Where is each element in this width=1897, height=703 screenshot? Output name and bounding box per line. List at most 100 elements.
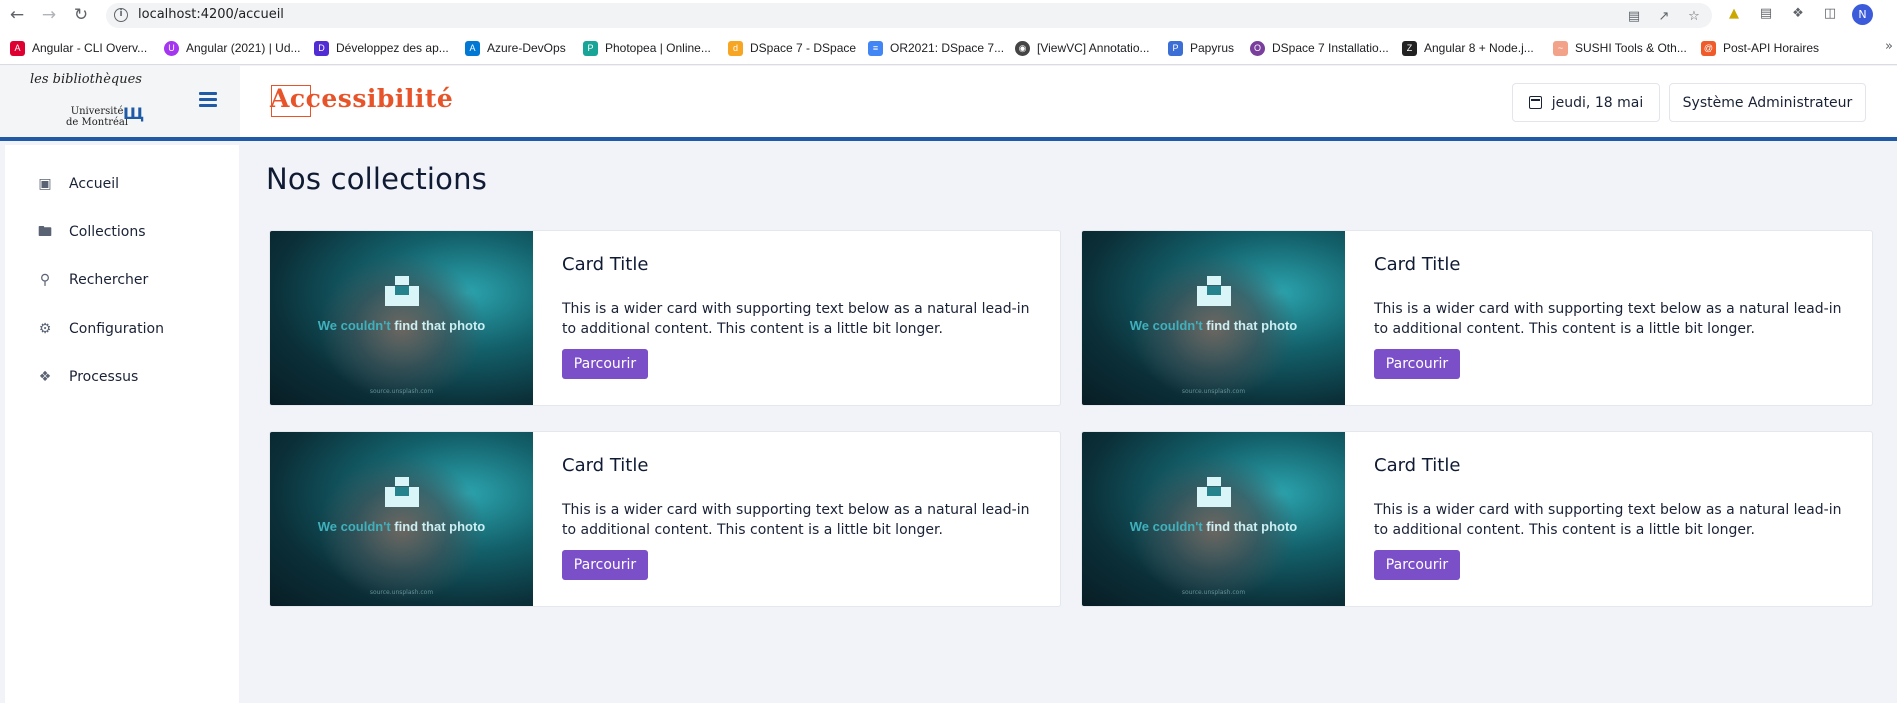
bookmark-label: DSpace 7 Installatio... (1272, 41, 1389, 55)
date-button[interactable]: jeudi, 18 mai (1512, 83, 1660, 122)
sushi-favicon-icon: ~ (1553, 40, 1568, 56)
bookmark-label: OR2021: DSpace 7... (890, 41, 1005, 55)
collection-card: We couldn't find that photo source.unspl… (1081, 431, 1873, 607)
sidebar-item-label: Processus (69, 369, 139, 385)
image-msg-part-2: find that photo (394, 519, 486, 534)
bookmark-viewvc[interactable]: ◉ [ViewVC] Annotatio... (1015, 39, 1150, 57)
browse-button[interactable]: Parcourir (562, 550, 648, 580)
bookmark-angular-udemy[interactable]: U Angular (2021) | Ud... (164, 39, 301, 57)
user-menu-button[interactable]: Système Administrateur (1669, 83, 1866, 122)
card-text: This is a wider card with supporting tex… (562, 502, 1030, 538)
dark-favicon-icon: Z (1402, 40, 1417, 56)
sidebar-item-label: Rechercher (69, 272, 149, 288)
calendar-icon (1528, 96, 1542, 109)
bookmark-label: Azure-DevOps (487, 41, 566, 55)
dspace-favicon-icon: d (728, 40, 743, 56)
bookmark-label: Développez des ap... (336, 41, 449, 55)
sidebar: ▣ Accueil 🖿 Collections ⚲ Rechercher ⚙ C… (5, 145, 239, 703)
bookmark-azure-devops[interactable]: A Azure-DevOps (465, 39, 566, 57)
image-msg-part-1: We couldn't (1129, 318, 1207, 333)
bookmark-label: Angular 8 + Node.j... (1424, 41, 1534, 55)
bookmark-dspace7[interactable]: d DSpace 7 - DSpace (728, 39, 856, 57)
card-title: Card Title (1374, 455, 1461, 476)
google-docs-favicon-icon: ≡ (868, 40, 883, 56)
image-credit: source.unsplash.com (1181, 589, 1246, 596)
image-msg-part-1: We couldn't (1129, 519, 1207, 534)
card-image: We couldn't find that photo source.unspl… (1082, 231, 1345, 405)
logo-top-text: les bibliothèques (30, 72, 142, 87)
image-msg-part-2: find that photo (1206, 318, 1298, 333)
date-label: jeudi, 18 mai (1551, 94, 1644, 111)
bookmark-label: Angular (2021) | Ud... (186, 41, 301, 55)
forward-arrow-icon[interactable]: → (38, 4, 60, 26)
unsplash-logo-icon (385, 276, 419, 306)
sidebar-item-accueil[interactable]: ▣ Accueil (35, 172, 119, 196)
image-placeholder-text: We couldn't find that photo (1082, 519, 1345, 534)
bookmark-sushi[interactable]: ~ SUSHI Tools & Oth... (1553, 39, 1687, 57)
logo-bottom-text: Université de Montréal (66, 106, 128, 128)
collection-card: We couldn't find that photo source.unspl… (1081, 230, 1873, 406)
bookmark-or2021[interactable]: ≡ OR2021: DSpace 7... (868, 39, 1004, 57)
sidebar-item-processus[interactable]: ❖ Processus (35, 365, 139, 389)
bookmark-angular-cli[interactable]: A Angular - CLI Overv... (10, 39, 147, 57)
extensions-puzzle-icon[interactable]: ❖ (1790, 6, 1806, 22)
unsplash-logo-icon (1197, 477, 1231, 507)
bookmark-label: Papyrus (1190, 41, 1235, 55)
bookmarks-overflow-icon[interactable]: » (1885, 39, 1893, 54)
bookmark-label: Angular - CLI Overv... (32, 41, 148, 55)
extension-flask-icon[interactable]: ▲ (1726, 6, 1742, 22)
bookmark-post-api[interactable]: @ Post-API Horaires (1701, 39, 1819, 57)
image-placeholder-text: We couldn't find that photo (270, 318, 533, 333)
card-text: This is a wider card with supporting tex… (562, 301, 1030, 337)
card-title: Card Title (562, 455, 649, 476)
bookmark-angular-node[interactable]: Z Angular 8 + Node.j... (1402, 39, 1534, 57)
sidebar-item-rechercher[interactable]: ⚲ Rechercher (35, 268, 148, 292)
page-title: Nos collections (266, 162, 488, 196)
browse-button[interactable]: Parcourir (562, 349, 648, 379)
user-label: Système Administrateur (1682, 94, 1853, 111)
image-credit: source.unsplash.com (369, 589, 434, 596)
card-text: This is a wider card with supporting tex… (1374, 301, 1842, 337)
sidebar-item-collections[interactable]: 🖿 Collections (35, 220, 146, 244)
unsplash-logo-icon (385, 477, 419, 507)
translate-icon[interactable]: ▤ (1626, 9, 1642, 25)
card-title: Card Title (562, 254, 649, 275)
browse-button[interactable]: Parcourir (1374, 349, 1460, 379)
folder-icon: 🖿 (38, 224, 52, 240)
extension-document-icon[interactable]: ▤ (1758, 6, 1774, 22)
logo-montreal-line: de Montréal (66, 117, 129, 128)
gear-icon: ⚙ (38, 321, 52, 337)
image-msg-part-1: We couldn't (317, 318, 395, 333)
profile-avatar[interactable]: N (1852, 4, 1873, 25)
unsplash-logo-icon (1197, 276, 1231, 306)
browse-button[interactable]: Parcourir (1374, 550, 1460, 580)
post-api-favicon-icon: @ (1701, 40, 1716, 56)
papyrus-favicon-icon: P (1168, 40, 1183, 56)
image-msg-part-2: find that photo (1206, 519, 1298, 534)
app-brand-title: Accessibilité (270, 84, 454, 113)
search-icon: ⚲ (39, 272, 51, 288)
sidebar-item-configuration[interactable]: ⚙ Configuration (35, 317, 164, 341)
logo-university-line: Université (70, 106, 124, 117)
bookmark-star-icon[interactable]: ☆ (1686, 9, 1702, 25)
reload-icon[interactable]: ↻ (70, 4, 92, 26)
address-bar[interactable]: i localhost:4200/accueil ▤ ↗ ☆ (106, 3, 1712, 28)
share-icon[interactable]: ↗ (1656, 9, 1672, 25)
card-image: We couldn't find that photo source.unspl… (270, 432, 533, 606)
bookmarks-bar: A Angular - CLI Overv... U Angular (2021) … (0, 30, 1897, 65)
dotnet-favicon-icon: D (314, 40, 329, 56)
image-placeholder-text: We couldn't find that photo (270, 519, 533, 534)
bookmark-developpez[interactable]: D Développez des ap... (314, 39, 449, 57)
globe-favicon-icon: ◉ (1015, 40, 1030, 56)
bookmark-dspace-install[interactable]: O DSpace 7 Installatio... (1250, 39, 1389, 57)
side-panel-icon[interactable]: ◫ (1822, 6, 1838, 22)
hamburger-menu-icon[interactable] (199, 92, 217, 108)
site-info-icon[interactable]: i (114, 8, 128, 22)
browser-toolbar: ← → ↻ i localhost:4200/accueil ▤ ↗ ☆ ▲ ▤… (0, 0, 1897, 30)
azure-favicon-icon: A (465, 40, 480, 56)
image-credit: source.unsplash.com (369, 388, 434, 395)
bookmark-photopea[interactable]: P Photopea | Online... (583, 39, 711, 57)
image-msg-part-2: find that photo (394, 318, 486, 333)
bookmark-papyrus[interactable]: P Papyrus (1168, 39, 1234, 57)
back-arrow-icon[interactable]: ← (6, 4, 28, 26)
